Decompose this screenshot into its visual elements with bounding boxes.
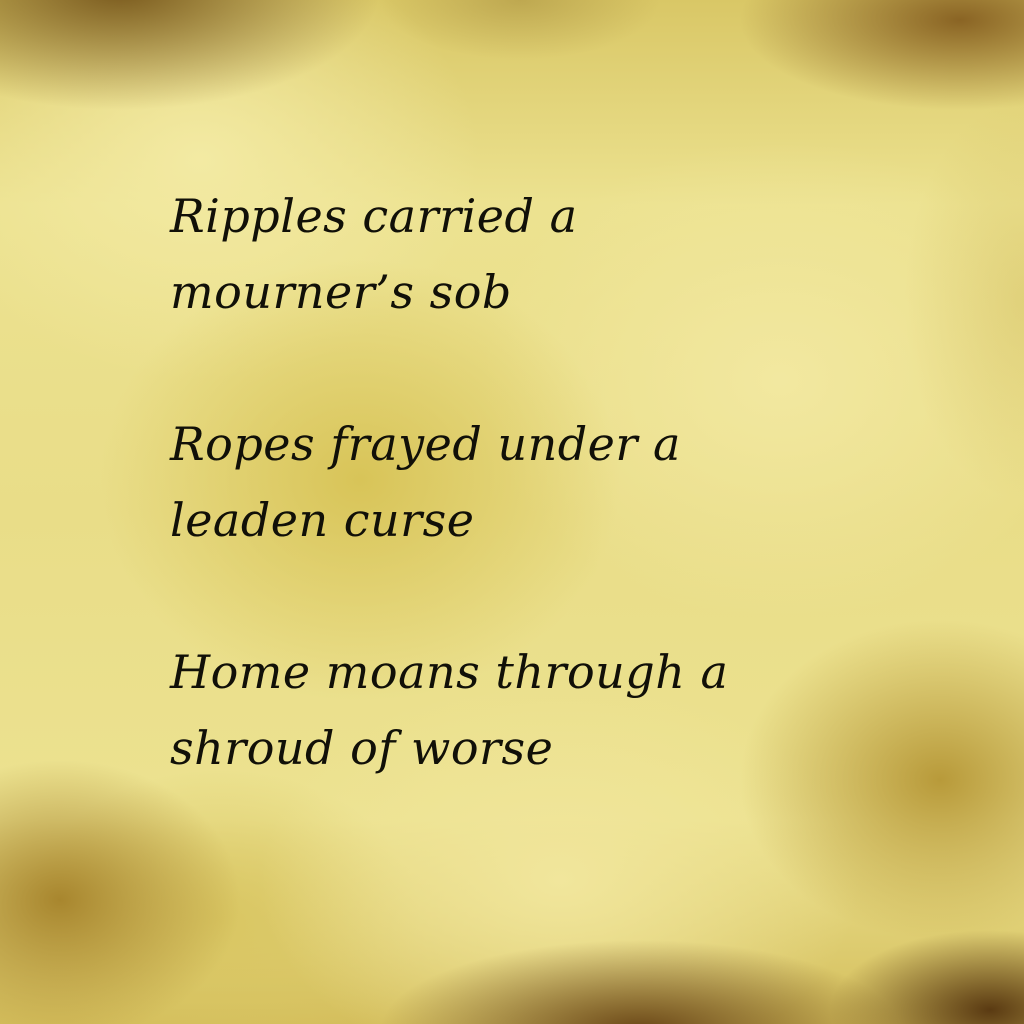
poem-line: leaden curse — [170, 493, 475, 547]
stanza-3: Home moans through a shroud of worse — [170, 634, 950, 786]
poem-line: mourner’s sob — [170, 265, 512, 319]
stanza-1: Ripples carried a mourner’s sob — [170, 178, 950, 330]
poem-text: Ripples carried a mourner’s sob Ropes fr… — [170, 178, 950, 862]
stanza-2: Ropes frayed under a leaden curse — [170, 406, 950, 558]
poem-line: shroud of worse — [170, 721, 554, 775]
poem-line: Ropes frayed under a — [170, 417, 681, 471]
poem-line: Home moans through a — [170, 645, 729, 699]
poem-card: Ripples carried a mourner’s sob Ropes fr… — [0, 0, 1024, 1024]
poem-line: Ripples carried a — [170, 189, 578, 243]
